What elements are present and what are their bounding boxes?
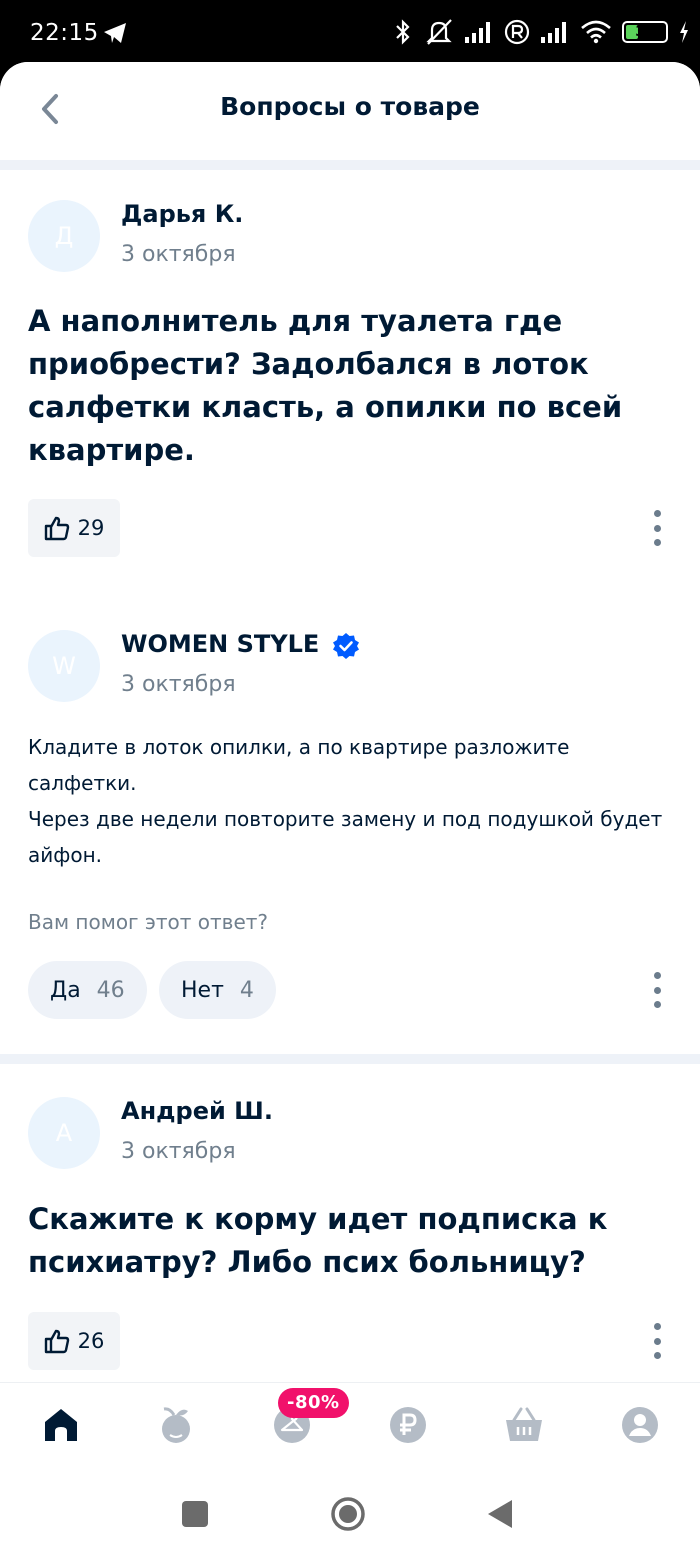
status-bar: 22:15 30 — [0, 0, 700, 70]
like-count: 26 — [77, 1329, 105, 1353]
yes-count: 46 — [96, 977, 125, 1003]
signal-icon — [465, 22, 490, 43]
verified-icon — [333, 633, 359, 659]
basket-icon[interactable] — [504, 1405, 544, 1445]
signal-icon-2 — [541, 22, 566, 43]
system-nav-bar — [0, 1470, 700, 1556]
helpful-prompt: Вам помог этот ответ? — [28, 910, 269, 934]
thumbs-up-icon — [44, 1329, 69, 1354]
helpful-no-button[interactable]: Нет 4 — [159, 961, 276, 1019]
wifi-icon — [581, 20, 611, 44]
discount-badge: -80% — [278, 1388, 349, 1418]
thumbs-up-icon — [44, 516, 69, 541]
ruble-icon[interactable] — [388, 1405, 428, 1445]
charging-icon — [680, 21, 688, 43]
bluetooth-icon — [396, 19, 410, 45]
avatar: W — [28, 630, 100, 702]
post-date: 3 октября — [121, 242, 236, 267]
home-button-icon[interactable] — [330, 1496, 366, 1532]
registered-icon — [504, 19, 530, 45]
more-options-icon[interactable] — [650, 510, 664, 546]
avatar: А — [28, 1097, 100, 1169]
answer-line: Через две недели повторите замену и под … — [28, 807, 663, 867]
app-screen: Вопросы о товаре Д Дарья К. 3 октября А … — [0, 62, 700, 1556]
answer-text: Кладите в лоток опилки, а по квартире ра… — [28, 729, 668, 873]
question-text: Скажите к корму идет подписка к психиатр… — [28, 1202, 608, 1279]
yes-label: Да — [50, 977, 81, 1003]
no-count: 4 — [239, 977, 254, 1003]
question-text: А наполнитель для туалета где приобрести… — [28, 304, 623, 467]
more-options-icon[interactable] — [650, 1323, 664, 1359]
answer-line: Кладите в лоток опилки, а по квартире ра… — [28, 735, 570, 795]
author-name: Андрей Ш. — [121, 1097, 273, 1125]
author-name: Дарья К. — [121, 200, 244, 228]
like-count: 29 — [77, 516, 105, 540]
helpful-yes-button[interactable]: Да 46 — [28, 961, 147, 1019]
fruit-icon[interactable] — [156, 1405, 196, 1445]
like-button[interactable]: 29 — [28, 499, 120, 557]
like-button[interactable]: 26 — [28, 1312, 120, 1370]
back-button-icon[interactable] — [486, 1498, 514, 1530]
avatar: Д — [28, 200, 100, 272]
battery-icon: 30 — [622, 21, 668, 43]
telegram-icon — [104, 23, 126, 43]
page-title: Вопросы о товаре — [220, 92, 480, 121]
home-icon[interactable] — [41, 1405, 81, 1445]
post-date: 3 октября — [121, 1139, 236, 1164]
no-label: Нет — [181, 977, 224, 1003]
mute-icon — [426, 19, 452, 45]
profile-icon[interactable] — [620, 1405, 660, 1445]
bottom-tab-bar: -80% — [0, 1382, 700, 1470]
author-name: WOMEN STYLE — [121, 630, 320, 658]
status-icons: 30 — [392, 18, 690, 46]
post-date: 3 октября — [121, 672, 236, 697]
status-time: 22:15 — [30, 20, 99, 46]
header: Вопросы о товаре — [0, 62, 700, 160]
divider — [0, 1054, 700, 1064]
recent-apps-icon[interactable] — [181, 1500, 209, 1528]
more-options-icon[interactable] — [650, 972, 664, 1008]
battery-level: 30 — [635, 24, 655, 40]
divider — [0, 160, 700, 170]
